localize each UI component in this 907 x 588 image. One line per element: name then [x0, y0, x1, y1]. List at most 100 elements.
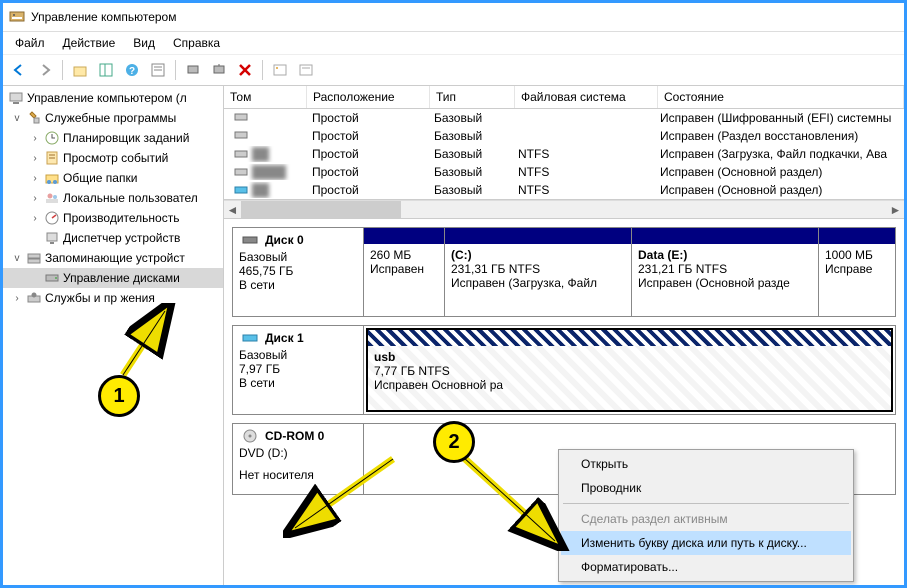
forward-button[interactable]: [33, 58, 57, 82]
ctx-change-drive-letter[interactable]: Изменить букву диска или путь к диску...: [561, 531, 851, 555]
col-type[interactable]: Тип: [430, 86, 515, 108]
ctx-open[interactable]: Открыть: [561, 452, 851, 476]
tree-label: Производительность: [63, 211, 179, 225]
tree-local-users[interactable]: › Локальные пользовател: [3, 188, 223, 208]
expand-icon[interactable]: ›: [29, 133, 41, 144]
partition-name: usb: [374, 350, 885, 364]
ctx-make-active[interactable]: Сделать раздел активным: [561, 507, 851, 531]
context-menu: Открыть Проводник Сделать раздел активны…: [558, 449, 854, 582]
volume-icon: [233, 182, 249, 198]
ctx-separator: [563, 503, 849, 504]
disk-icon: [44, 270, 60, 286]
cell-fs: NTFS: [512, 183, 654, 197]
menubar: Файл Действие Вид Справка: [3, 32, 904, 55]
cell-layout: Простой: [306, 147, 428, 161]
volume-row[interactable]: Простой Базовый Исправен (Шифрованный (E…: [224, 109, 904, 127]
collapse-icon[interactable]: v: [11, 113, 23, 124]
disk-name: Диск 0: [265, 233, 304, 247]
cell-type: Базовый: [428, 129, 512, 143]
partition-state: Исправен (Основной разде: [638, 276, 812, 290]
clock-icon: [44, 130, 60, 146]
cell-state: Исправен (Основной раздел): [654, 183, 904, 197]
mmc-window: Управление компьютером Файл Действие Вид…: [0, 0, 907, 588]
expand-icon[interactable]: ›: [29, 173, 41, 184]
scroll-thumb[interactable]: [241, 201, 401, 218]
cell-state: Исправен (Загрузка, Файл подкачки, Ава: [654, 147, 904, 161]
volume-row[interactable]: ██ Простой Базовый NTFS Исправен (Загруз…: [224, 145, 904, 163]
ctx-explorer[interactable]: Проводник: [561, 476, 851, 500]
col-volume[interactable]: Том: [224, 86, 307, 108]
partition-bar: [632, 228, 818, 244]
partition-bar: [368, 330, 891, 346]
disk-size: 465,75 ГБ: [239, 264, 357, 278]
collapse-icon[interactable]: v: [11, 253, 23, 264]
menu-file[interactable]: Файл: [7, 34, 53, 52]
show-hide-tree-button[interactable]: [94, 58, 118, 82]
tree-storage[interactable]: v Запоминающие устройст: [3, 248, 223, 268]
expand-icon[interactable]: ›: [29, 193, 41, 204]
properties-button[interactable]: [146, 58, 170, 82]
expand-icon[interactable]: ›: [11, 293, 23, 304]
menu-action[interactable]: Действие: [55, 34, 124, 52]
volume-list[interactable]: Простой Базовый Исправен (Шифрованный (E…: [224, 109, 904, 200]
device-icon: [44, 230, 60, 246]
settings-button[interactable]: [207, 58, 231, 82]
col-fs[interactable]: Файловая система: [515, 86, 658, 108]
horizontal-scrollbar[interactable]: ◄ ►: [224, 200, 904, 219]
volume-row[interactable]: Простой Базовый Исправен (Раздел восстан…: [224, 127, 904, 145]
partition-selected[interactable]: usb 7,77 ГБ NTFS Исправен Основной ра: [366, 328, 893, 412]
scroll-right-icon[interactable]: ►: [887, 201, 904, 218]
partition[interactable]: Data (E:)231,21 ГБ NTFSИсправен (Основно…: [631, 228, 818, 316]
ctx-format[interactable]: Форматировать...: [561, 555, 851, 579]
tree-label: Служебные программы: [45, 111, 176, 125]
list-button[interactable]: [268, 58, 292, 82]
partition[interactable]: 1000 МБИсправе: [818, 228, 895, 316]
tree-shared-folders[interactable]: › Общие папки: [3, 168, 223, 188]
partition-size: 231,21 ГБ NTFS: [638, 262, 812, 276]
partition-bar: [819, 228, 895, 244]
menu-help[interactable]: Справка: [165, 34, 228, 52]
col-state[interactable]: Состояние: [658, 86, 904, 108]
disk-row-0[interactable]: Диск 0 Базовый 465,75 ГБ В сети 260 МБИс…: [232, 227, 896, 317]
partition-bar: [445, 228, 631, 244]
cell-fs: NTFS: [512, 165, 654, 179]
help-button[interactable]: ?: [120, 58, 144, 82]
disk-size: 7,97 ГБ: [239, 362, 357, 376]
partition-size: 7,77 ГБ NTFS: [374, 364, 885, 378]
expand-icon[interactable]: ›: [29, 153, 41, 164]
blurred-text: ██: [252, 147, 269, 161]
col-layout[interactable]: Расположение: [307, 86, 430, 108]
menu-view[interactable]: Вид: [125, 34, 163, 52]
cell-type: Базовый: [428, 183, 512, 197]
scroll-left-icon[interactable]: ◄: [224, 201, 241, 218]
partition[interactable]: (C:)231,31 ГБ NTFSИсправен (Загрузка, Фа…: [444, 228, 631, 316]
tree-device-manager[interactable]: Диспетчер устройств: [3, 228, 223, 248]
partition-bar: [364, 228, 444, 244]
tree-disk-management[interactable]: Управление дисками: [3, 268, 223, 288]
usb-disk-icon: [242, 330, 258, 346]
tree-system-tools[interactable]: v Служебные программы: [3, 108, 223, 128]
annotation-arrow: [113, 303, 183, 383]
detail-button[interactable]: [294, 58, 318, 82]
tree-event-viewer[interactable]: › Просмотр событий: [3, 148, 223, 168]
tools-icon: [26, 110, 42, 126]
up-button[interactable]: [68, 58, 92, 82]
cell-fs: NTFS: [512, 147, 654, 161]
volume-row[interactable]: ██ Простой Базовый NTFS Исправен (Основн…: [224, 181, 904, 199]
refresh-button[interactable]: [181, 58, 205, 82]
tree-root[interactable]: Управление компьютером (л: [3, 88, 223, 108]
annotation-arrow: [283, 453, 403, 538]
annotation-badge-1: 1: [98, 375, 140, 417]
volume-row[interactable]: ████ Простой Базовый NTFS Исправен (Осно…: [224, 163, 904, 181]
partition[interactable]: 260 МБИсправен: [364, 228, 444, 316]
tree-performance[interactable]: › Производительность: [3, 208, 223, 228]
cell-type: Базовый: [428, 147, 512, 161]
delete-button[interactable]: [233, 58, 257, 82]
back-button[interactable]: [7, 58, 31, 82]
cell-layout: Простой: [306, 129, 428, 143]
partition-state: Исправе: [825, 262, 889, 276]
partition-name: Data (E:): [638, 248, 812, 262]
tree-task-scheduler[interactable]: › Планировщик заданий: [3, 128, 223, 148]
expand-icon[interactable]: ›: [29, 213, 41, 224]
disk-row-1[interactable]: Диск 1 Базовый 7,97 ГБ В сети usb 7,77 Г…: [232, 325, 896, 415]
